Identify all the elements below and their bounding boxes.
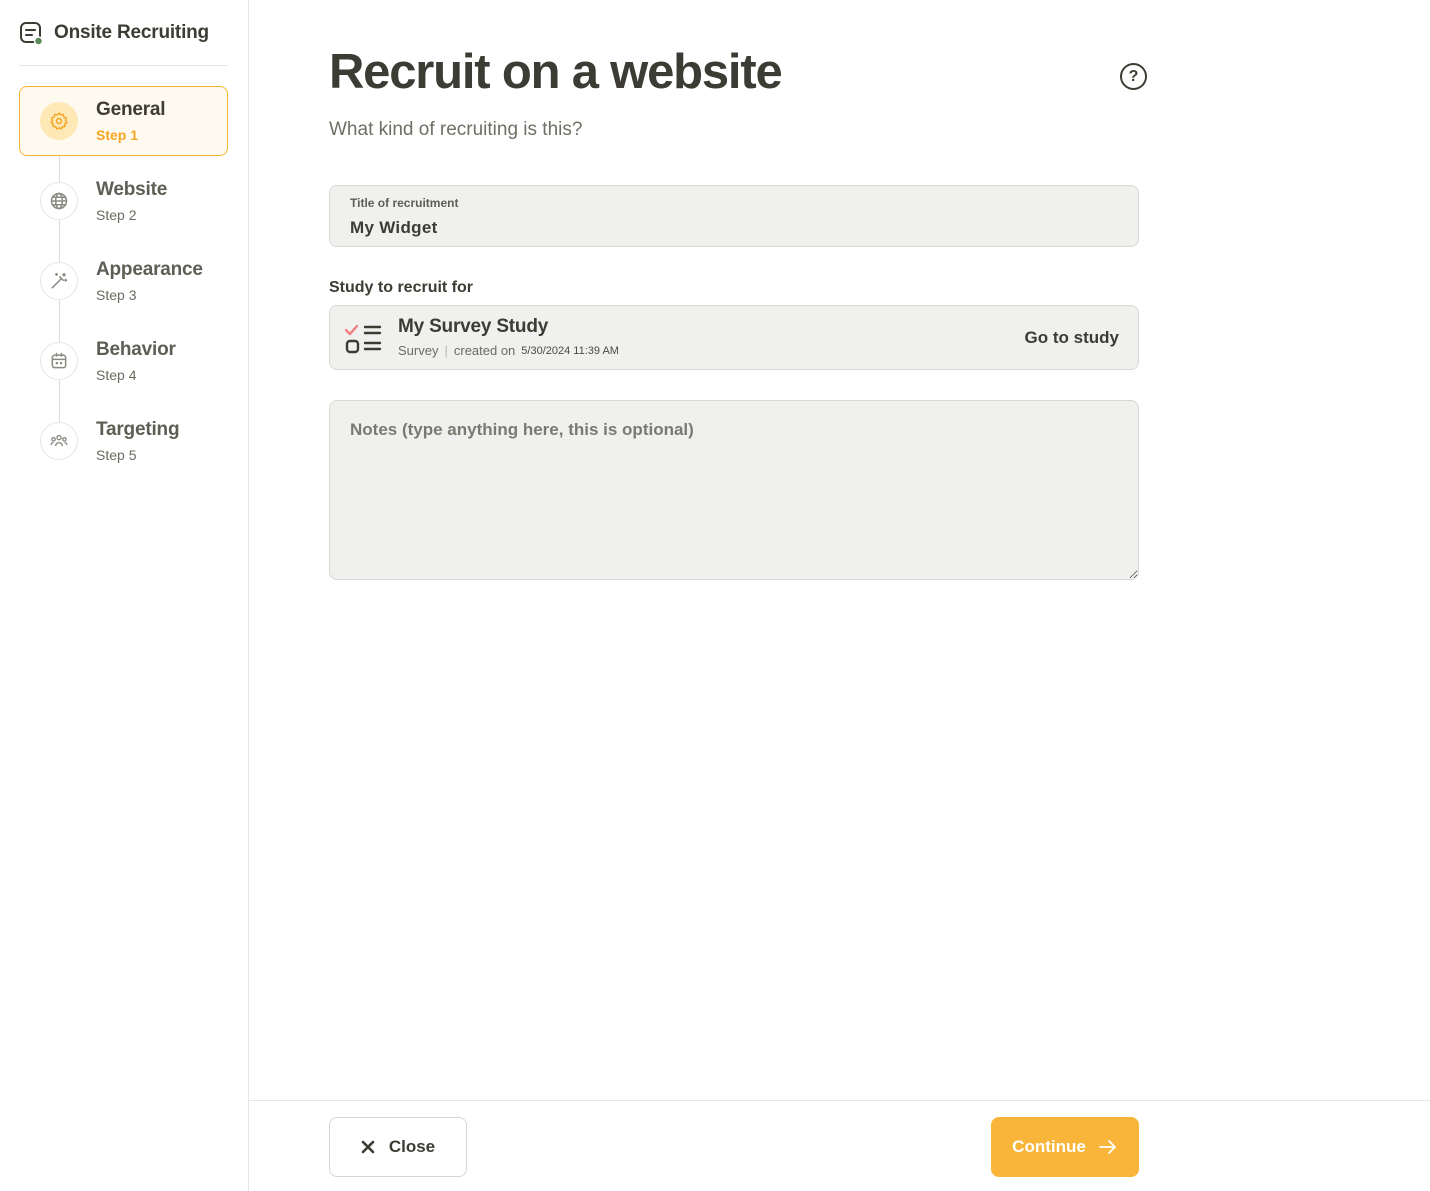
go-to-study-link[interactable]: Go to study	[1025, 328, 1119, 348]
step-number: Step 1	[96, 127, 139, 143]
step-number: Step 3	[96, 287, 137, 303]
sidebar: Onsite Recruiting General Step 1 Website…	[0, 0, 249, 1191]
step-behavior[interactable]: Behavior Step 4	[19, 326, 228, 396]
question-circle-icon[interactable]: ?	[1120, 63, 1147, 90]
gear-icon	[40, 102, 78, 140]
title-field-label: Title of recruitment	[350, 196, 459, 210]
divider	[19, 65, 228, 66]
calendar-icon	[40, 342, 78, 380]
step-name: Targeting	[96, 419, 180, 440]
steps-nav: General Step 1 Website Step 2 Appearance…	[19, 86, 228, 486]
continue-button[interactable]: Continue	[991, 1117, 1139, 1177]
step-name: General	[96, 99, 166, 120]
continue-label: Continue	[1012, 1137, 1086, 1156]
study-label: Study to recruit for	[329, 279, 474, 296]
meta-separator: |	[444, 343, 448, 358]
notes-textarea[interactable]	[330, 401, 1138, 579]
title-field[interactable]: Title of recruitment	[329, 185, 1139, 247]
survey-checklist-icon	[344, 320, 382, 356]
step-number: Step 2	[96, 207, 137, 223]
step-name: Website	[96, 179, 168, 200]
study-name: My Survey Study	[398, 316, 549, 337]
globe-icon	[40, 182, 78, 220]
created-prefix: created on	[453, 343, 516, 358]
arrow-right-icon	[1098, 1140, 1116, 1154]
study-card[interactable]: My Survey Study Survey | created on 5/30…	[329, 305, 1139, 370]
people-group-icon	[40, 422, 78, 460]
step-appearance[interactable]: Appearance Step 3	[19, 246, 228, 316]
step-name: Appearance	[96, 259, 203, 280]
step-targeting[interactable]: Targeting Step 5	[19, 406, 228, 476]
step-number: Step 4	[96, 367, 137, 383]
close-button[interactable]: Close	[329, 1117, 467, 1177]
step-name: Behavior	[96, 339, 176, 360]
main-content: Recruit on a website ? What kind of recr…	[249, 0, 1430, 1100]
step-website[interactable]: Website Step 2	[19, 166, 228, 236]
page-subtitle: What kind of recruiting is this?	[329, 119, 583, 140]
footer: Close Continue	[249, 1100, 1430, 1191]
magic-wand-icon	[40, 262, 78, 300]
close-icon	[361, 1140, 375, 1154]
step-number: Step 5	[96, 447, 137, 463]
notes-field[interactable]	[329, 400, 1139, 580]
page-title: Recruit on a website	[329, 45, 783, 99]
chat-form-icon	[19, 20, 44, 46]
created-date: 5/30/2024 11:39 AM	[521, 344, 619, 357]
close-label: Close	[388, 1137, 436, 1156]
study-meta: Survey | created on 5/30/2024 11:39 AM	[398, 343, 619, 358]
brand: Onsite Recruiting	[19, 20, 209, 46]
title-input[interactable]	[350, 218, 1110, 238]
app-title: Onsite Recruiting	[54, 22, 209, 43]
study-type: Survey	[398, 343, 439, 358]
step-general[interactable]: General Step 1	[19, 86, 228, 156]
